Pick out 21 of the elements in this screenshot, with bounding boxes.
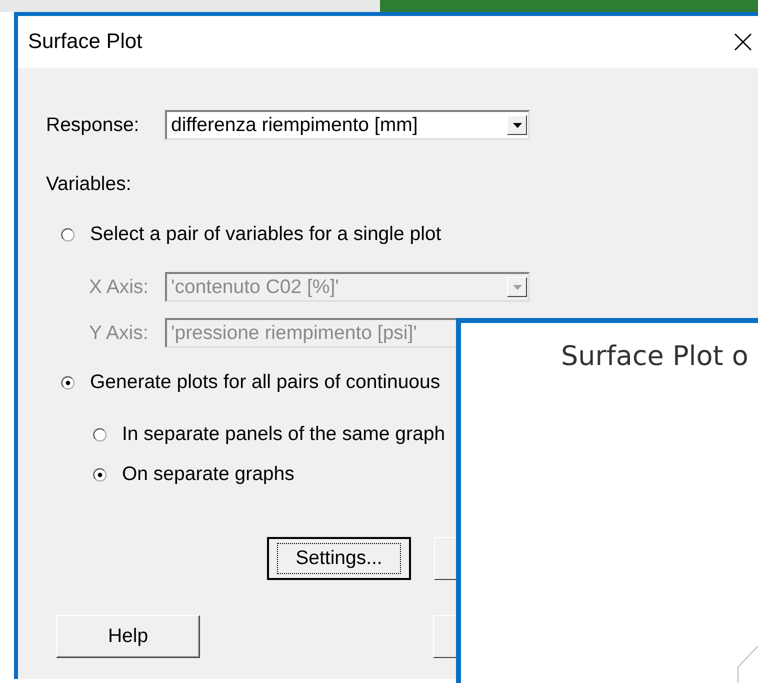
field-label: X Axis:: [89, 276, 150, 298]
radio-button[interactable]: [93, 428, 107, 442]
radio-button[interactable]: [61, 228, 75, 242]
dropdown-arrow-icon: [512, 284, 522, 290]
dropdown-arrow-icon: [512, 122, 522, 128]
dialog-button[interactable]: Settings...: [267, 537, 411, 580]
dialog-button[interactable]: Help: [56, 615, 200, 658]
radio-button[interactable]: [93, 468, 107, 482]
window-title: Surface Plot: [28, 30, 142, 54]
option-label: In separate panels of the same graph: [122, 423, 446, 446]
field-label: Response:: [46, 114, 140, 136]
option-label: On separate graphs: [122, 463, 294, 486]
radio-button[interactable]: [61, 376, 75, 390]
option-label: Select a pair of variables for a single plot: [90, 223, 442, 246]
field-label: Y Axis:: [89, 322, 150, 344]
close-icon[interactable]: [734, 33, 752, 51]
section-label: Variables:: [46, 173, 132, 196]
graph-title: Surface Plot o: [561, 341, 748, 372]
option-label: Generate plots for all pairs of continuous: [90, 371, 440, 394]
plot-drawing: [736, 643, 758, 683]
dropdown-field[interactable]: differenza riempimento [mm]: [165, 110, 530, 140]
